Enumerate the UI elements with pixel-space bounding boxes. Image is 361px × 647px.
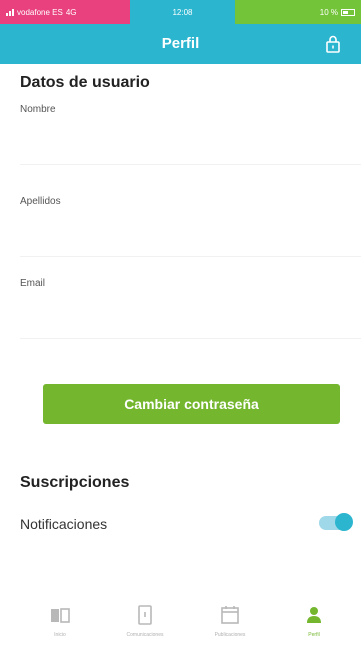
apellidos-field[interactable] [20, 216, 361, 256]
battery-percent: 10 % [319, 7, 338, 17]
user-data-section-title: Datos de usuario [20, 74, 150, 91]
change-password-button[interactable]: Cambiar contraseña [43, 384, 340, 424]
app-header: Perfil [0, 24, 361, 64]
book-icon [51, 608, 70, 623]
lock-icon [326, 35, 340, 53]
field-divider [20, 164, 361, 165]
nav-label-inicio: Inicio [54, 632, 66, 638]
lock-button[interactable] [323, 34, 343, 54]
person-icon [307, 607, 321, 623]
page-title: Perfil [161, 35, 200, 52]
device-icon [138, 605, 152, 625]
notifications-label: Notificaciones [20, 516, 108, 532]
subscriptions-section-title: Suscripciones [20, 474, 130, 491]
signal-icon [6, 8, 14, 16]
nav-item-comunicaciones[interactable]: Comunicaciones [105, 600, 185, 647]
toggle-knob [335, 513, 353, 531]
nav-label-publicaciones: Publicaciones [214, 632, 246, 638]
field-label-apellidos: Apellidos [20, 196, 61, 207]
field-label-email: Email [20, 278, 46, 289]
nav-label-comunicaciones: Comunicaciones [126, 632, 164, 638]
status-bar-battery-area: 10 % [235, 0, 361, 24]
field-label-nombre: Nombre [20, 104, 56, 115]
carrier-name: vodafone ES [17, 7, 63, 17]
calendar-icon [221, 606, 239, 624]
field-divider [20, 338, 361, 339]
status-bar: vodafone ES 4G 12:08 10 % [0, 0, 361, 24]
notifications-toggle[interactable] [319, 513, 353, 531]
nav-item-publicaciones[interactable]: Publicaciones [190, 600, 270, 647]
field-divider [20, 256, 361, 257]
bottom-nav: Inicio Comunicaciones Publicaciones Perf… [0, 600, 361, 647]
status-bar-time-area: 12:08 [130, 0, 235, 24]
nav-item-perfil[interactable]: Perfil [274, 600, 354, 647]
status-time: 12:08 [172, 7, 193, 17]
nav-label-perfil: Perfil [308, 632, 320, 638]
battery-icon [341, 8, 355, 16]
email-field[interactable] [20, 298, 361, 338]
status-bar-carrier-area: vodafone ES 4G [0, 0, 130, 24]
network-type: 4G [65, 7, 77, 17]
nombre-field[interactable] [20, 124, 361, 164]
nav-item-inicio[interactable]: Inicio [20, 600, 100, 647]
